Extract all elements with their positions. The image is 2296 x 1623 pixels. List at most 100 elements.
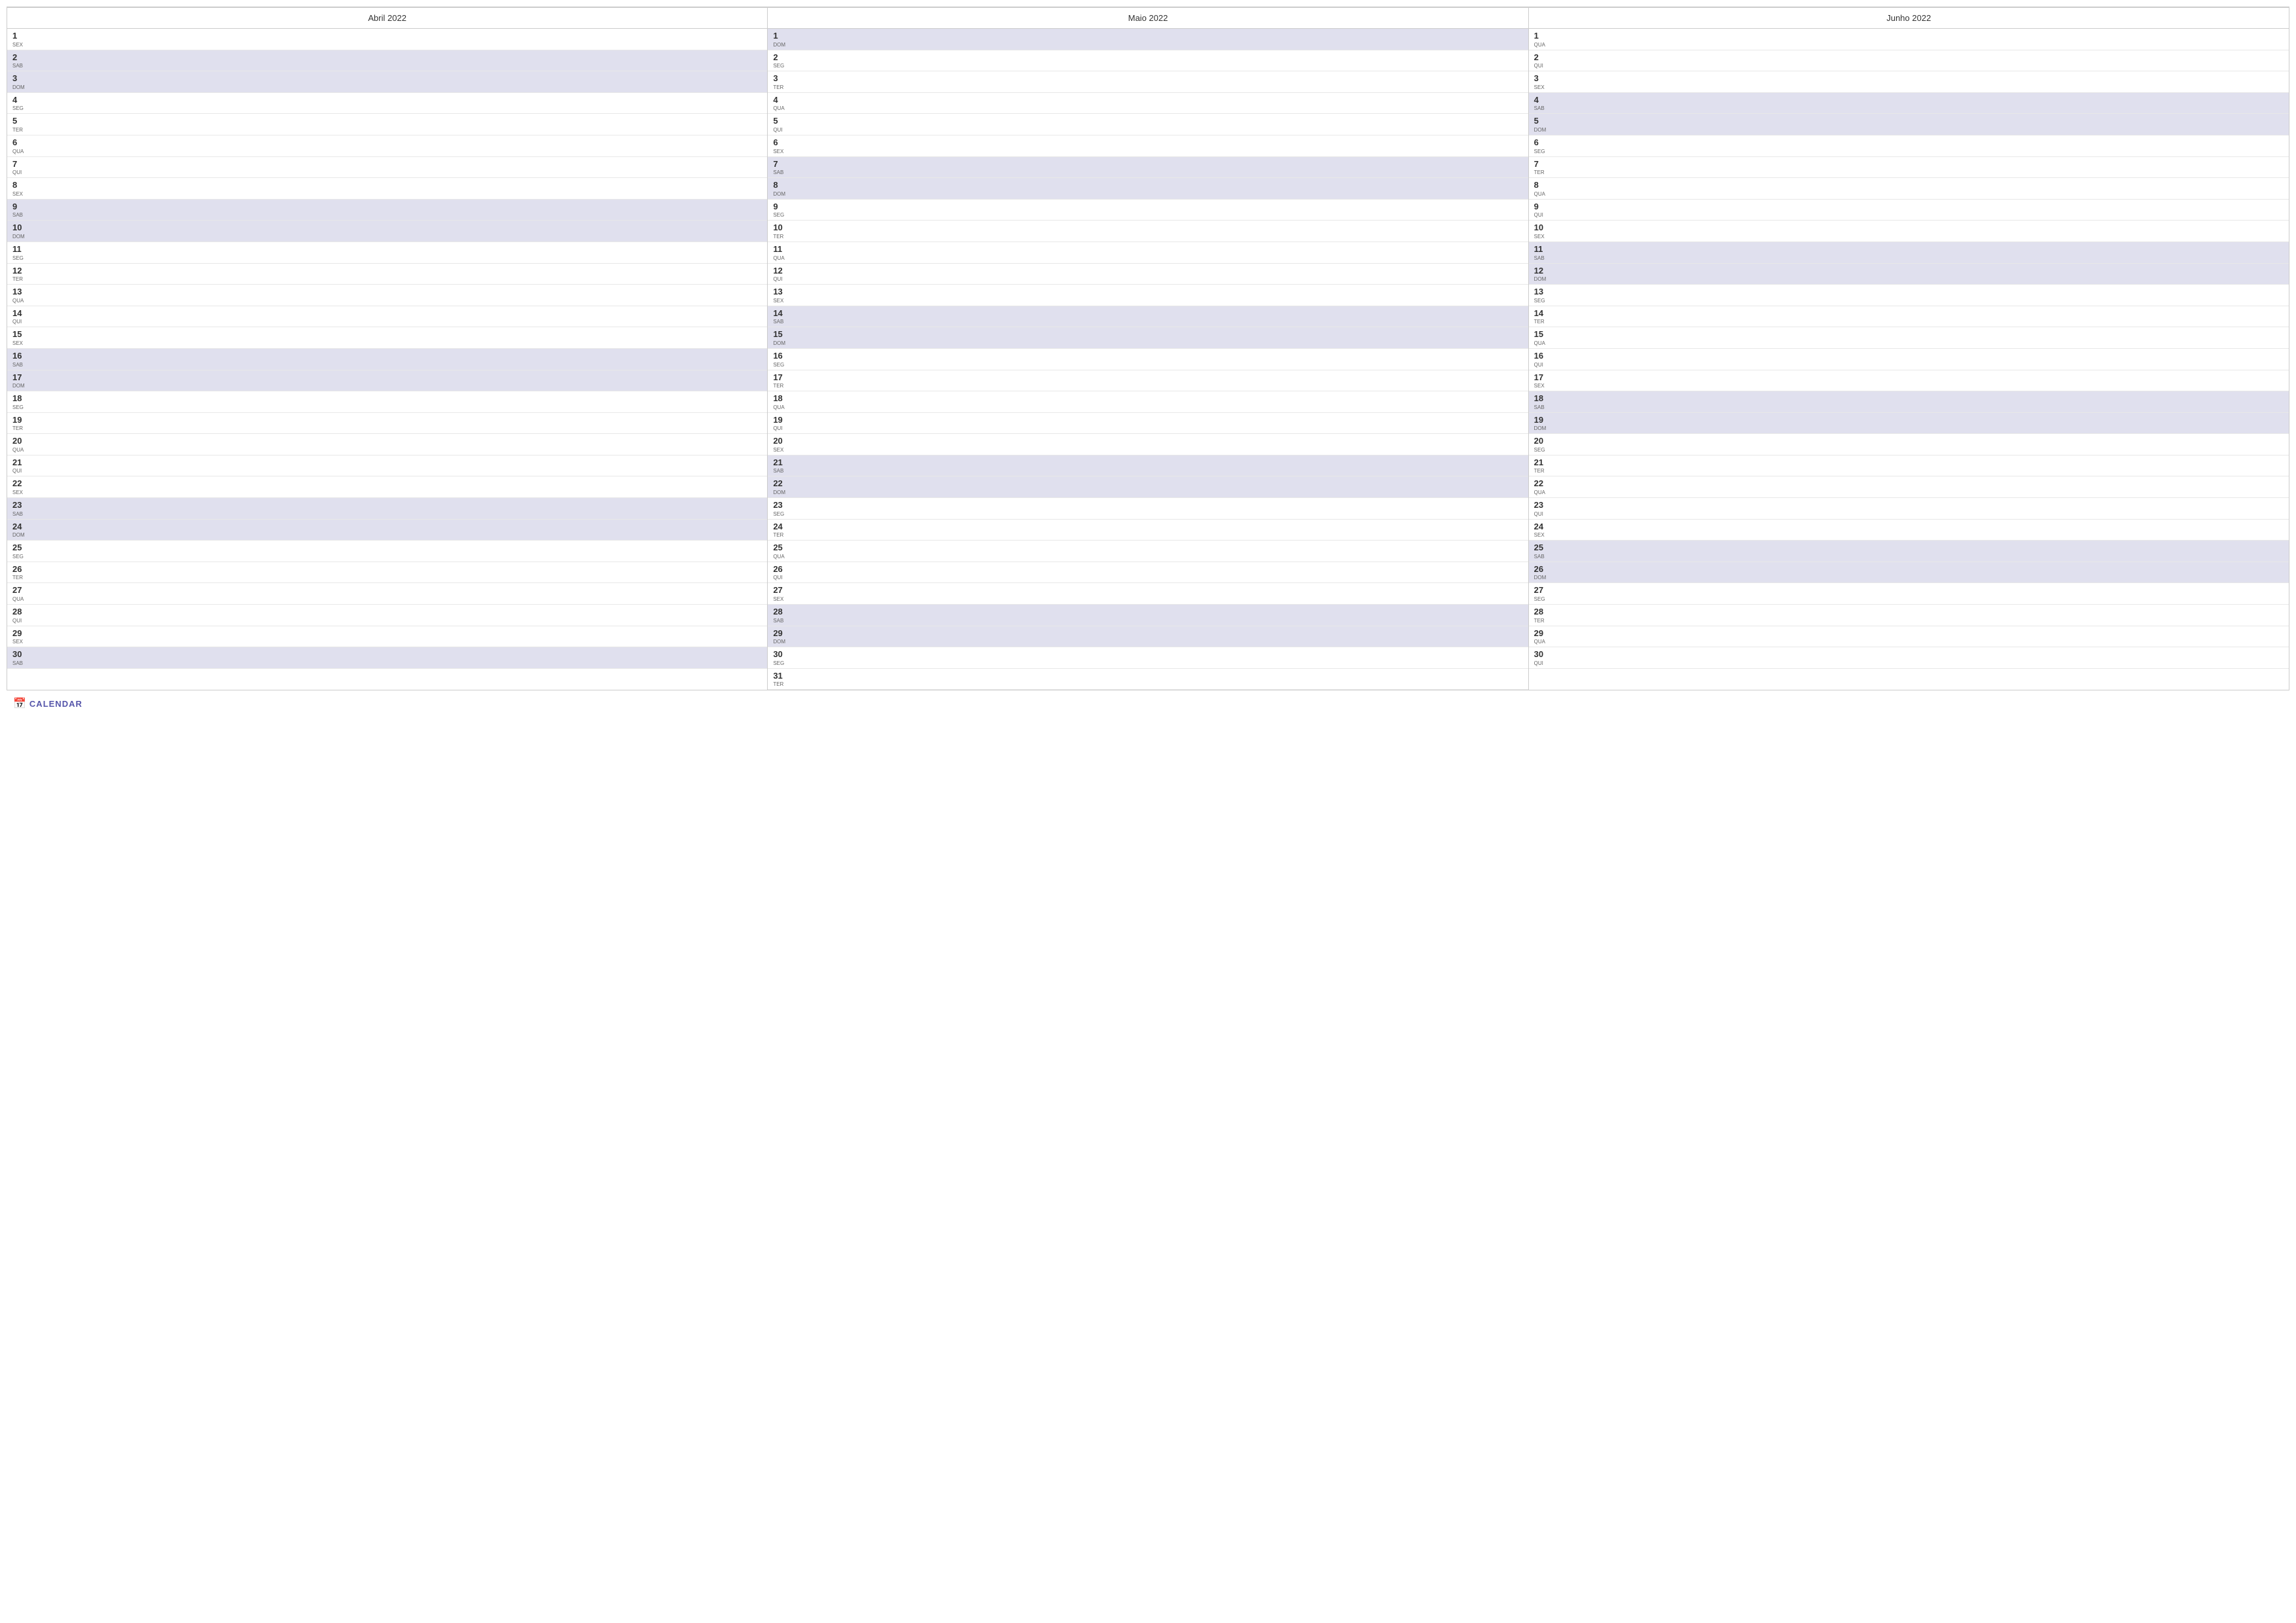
day-row[interactable]: 28TER	[1529, 605, 2289, 626]
day-row[interactable]: 19TER	[7, 413, 767, 435]
day-row[interactable]: 17DOM	[7, 370, 767, 392]
day-row[interactable]: 13SEG	[1529, 285, 2289, 306]
day-row[interactable]: 22DOM	[768, 476, 1528, 498]
day-row[interactable]: 20SEX	[768, 434, 1528, 455]
day-row[interactable]: 9SAB	[7, 200, 767, 221]
day-row[interactable]: 23QUI	[1529, 498, 2289, 520]
day-row[interactable]: 3TER	[768, 71, 1528, 93]
day-number: 4	[1534, 95, 1549, 105]
day-row[interactable]: 10DOM	[7, 221, 767, 242]
day-row[interactable]: 16QUI	[1529, 349, 2289, 370]
day-row[interactable]: 17SEX	[1529, 370, 2289, 392]
day-number: 23	[12, 500, 27, 510]
day-row[interactable]: 2SEG	[768, 50, 1528, 72]
day-row[interactable]: 16SEG	[768, 349, 1528, 370]
day-label: QUA	[12, 298, 27, 304]
day-row[interactable]: 21TER	[1529, 455, 2289, 477]
day-row[interactable]: 10TER	[768, 221, 1528, 242]
day-info: 17DOM	[12, 372, 27, 389]
day-row[interactable]: 12QUI	[768, 264, 1528, 285]
day-row[interactable]: 28QUI	[7, 605, 767, 626]
day-row[interactable]: 9SEG	[768, 200, 1528, 221]
day-row[interactable]: 24DOM	[7, 520, 767, 541]
day-row[interactable]: 7QUI	[7, 157, 767, 179]
day-row[interactable]: 27SEG	[1529, 583, 2289, 605]
day-row[interactable]: 8SEX	[7, 178, 767, 200]
day-row[interactable]: 21SAB	[768, 455, 1528, 477]
day-row[interactable]: 27SEX	[768, 583, 1528, 605]
day-row[interactable]: 2SAB	[7, 50, 767, 72]
day-label: QUI	[12, 618, 27, 624]
day-row[interactable]: 25SAB	[1529, 541, 2289, 562]
day-row[interactable]: 4SEG	[7, 93, 767, 115]
day-row[interactable]: 26DOM	[1529, 562, 2289, 584]
day-row[interactable]: 11QUA	[768, 242, 1528, 264]
day-row[interactable]: 24TER	[768, 520, 1528, 541]
day-label: TER	[1534, 319, 1549, 325]
day-row[interactable]: 5DOM	[1529, 114, 2289, 135]
day-row[interactable]: 6SEX	[768, 135, 1528, 157]
day-row[interactable]: 22QUA	[1529, 476, 2289, 498]
day-row[interactable]: 1SEX	[7, 29, 767, 50]
day-row[interactable]: 29QUA	[1529, 626, 2289, 648]
day-row[interactable]: 1DOM	[768, 29, 1528, 50]
day-row[interactable]: 16SAB	[7, 349, 767, 370]
day-row[interactable]: 28SAB	[768, 605, 1528, 626]
day-row[interactable]: 14QUI	[7, 306, 767, 328]
day-row[interactable]: 11SEG	[7, 242, 767, 264]
day-row[interactable]: 17TER	[768, 370, 1528, 392]
day-row[interactable]: 14TER	[1529, 306, 2289, 328]
day-row[interactable]: 9QUI	[1529, 200, 2289, 221]
day-row[interactable]: 5TER	[7, 114, 767, 135]
day-row[interactable]: 15SEX	[7, 327, 767, 349]
day-row[interactable]: 12TER	[7, 264, 767, 285]
day-row[interactable]: 6SEG	[1529, 135, 2289, 157]
day-row[interactable]: 8DOM	[768, 178, 1528, 200]
day-row[interactable]: 21QUI	[7, 455, 767, 477]
day-row[interactable]: 29SEX	[7, 626, 767, 648]
day-row[interactable]: 22SEX	[7, 476, 767, 498]
day-row[interactable]: 23 SAB	[7, 498, 767, 520]
day-row[interactable]: 30SAB	[7, 647, 767, 669]
day-row[interactable]: 3SEX	[1529, 71, 2289, 93]
day-row[interactable]: 26QUI	[768, 562, 1528, 584]
day-row[interactable]: 12DOM	[1529, 264, 2289, 285]
day-row[interactable]: 5QUI	[768, 114, 1528, 135]
day-row[interactable]: 29DOM	[768, 626, 1528, 648]
day-row[interactable]: 8QUA	[1529, 178, 2289, 200]
day-row[interactable]: 15QUA	[1529, 327, 2289, 349]
day-row[interactable]: 6QUA	[7, 135, 767, 157]
day-row[interactable]: 19DOM	[1529, 413, 2289, 435]
day-row[interactable]: 18QUA	[768, 391, 1528, 413]
day-row[interactable]: 19QUI	[768, 413, 1528, 435]
day-row[interactable]: 30SEG	[768, 647, 1528, 669]
day-row[interactable]: 20QUA	[7, 434, 767, 455]
day-row[interactable]: 24SEX	[1529, 520, 2289, 541]
day-row[interactable]: 3DOM	[7, 71, 767, 93]
day-row[interactable]: 25QUA	[768, 541, 1528, 562]
day-row[interactable]: 4QUA	[768, 93, 1528, 115]
day-row[interactable]: 18SEG	[7, 391, 767, 413]
day-row[interactable]: 25SEG	[7, 541, 767, 562]
day-row[interactable]: 31TER	[768, 669, 1528, 690]
day-row[interactable]: 4SAB	[1529, 93, 2289, 115]
day-row[interactable]: 23SEG	[768, 498, 1528, 520]
day-row[interactable]: 7TER	[1529, 157, 2289, 179]
day-row[interactable]: 18SAB	[1529, 391, 2289, 413]
day-row[interactable]: 11SAB	[1529, 242, 2289, 264]
day-row[interactable]: 15DOM	[768, 327, 1528, 349]
day-label: SAB	[12, 512, 27, 517]
day-row[interactable]: 1QUA	[1529, 29, 2289, 50]
day-row[interactable]: 10SEX	[1529, 221, 2289, 242]
day-row[interactable]: 7SAB	[768, 157, 1528, 179]
day-row[interactable]: 13SEX	[768, 285, 1528, 306]
day-label: SEG	[12, 405, 27, 410]
day-row[interactable]: 2QUI	[1529, 50, 2289, 72]
day-row[interactable]: 27QUA	[7, 583, 767, 605]
day-number: 22	[773, 478, 787, 489]
day-row[interactable]: 30QUI	[1529, 647, 2289, 669]
day-row[interactable]: 13QUA	[7, 285, 767, 306]
day-row[interactable]: 20SEG	[1529, 434, 2289, 455]
day-row[interactable]: 26TER	[7, 562, 767, 584]
day-row[interactable]: 14SAB	[768, 306, 1528, 328]
